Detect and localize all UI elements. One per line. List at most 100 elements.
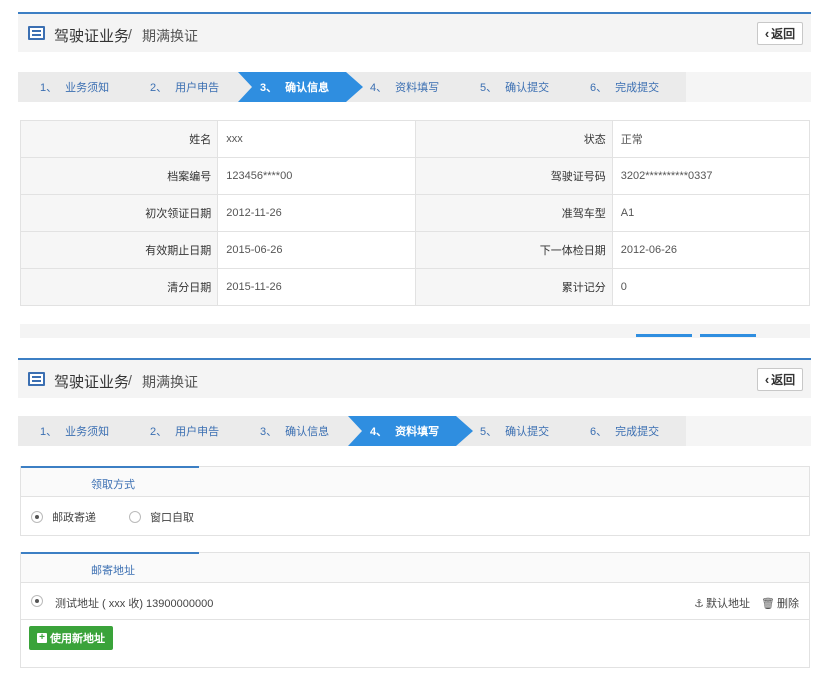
panel-confirm-info: 驾驶证业务 / 期满换证 ‹ 返回 1、 业务须知 2、 用户申告 3、 确认信息 4…	[18, 12, 811, 338]
step-2[interactable]: 2、 用户申告	[128, 72, 253, 102]
document-list-icon	[28, 372, 45, 386]
breadcrumb-current: 期满换证	[142, 28, 198, 44]
window-pickup-option[interactable]: 窗口自取	[129, 509, 194, 525]
section-tab-underline	[21, 466, 199, 468]
step-1[interactable]: 1、 业务须知	[18, 416, 143, 446]
set-default-link[interactable]: ⚓ 默认地址	[694, 598, 750, 610]
field-label: 清分日期	[19, 268, 219, 306]
field-label: 有效期止日期	[19, 231, 219, 269]
field-value: 0	[611, 268, 811, 306]
step-number: 3、	[260, 82, 278, 94]
delete-label: 删除	[777, 598, 799, 610]
step-6[interactable]: 6、 完成提交	[568, 416, 693, 446]
wizard-steps: 1、 业务须知 2、 用户申告 3、 确认信息 4、 资料填写 5、 确认提交 6、 完成提…	[18, 416, 811, 446]
step-label: 确认提交	[505, 426, 550, 438]
field-value: 2012-11-26	[217, 194, 416, 232]
field-value: xxx	[217, 120, 416, 158]
step-5[interactable]: 5、 确认提交	[458, 72, 583, 102]
wizard-steps: 1、 业务须知 2、 用户申告 3、 确认信息 4、 资料填写 5、 确认提交 6、 完成提…	[18, 72, 811, 102]
page-title: 驾驶证业务	[54, 374, 130, 391]
address-entry[interactable]: 测试地址 ( xxx 收) 13900000000 ⚓ 默认地址 🗑 删除	[21, 583, 809, 620]
step-number: 1、	[40, 82, 58, 94]
field-value: 123456****00	[217, 157, 416, 195]
step-label: 完成提交	[615, 426, 660, 438]
table-row: 姓名 xxx 状态 正常	[19, 120, 811, 158]
back-button[interactable]: ‹ 返回	[757, 22, 803, 45]
step-number: 2、	[150, 426, 168, 438]
field-label: 准驾车型	[414, 194, 613, 232]
step-label: 完成提交	[615, 82, 660, 94]
step-label: 业务须知	[65, 82, 110, 94]
panel-header: 驾驶证业务 / 期满换证 ‹ 返回	[18, 12, 811, 52]
section-tab-underline	[21, 552, 199, 554]
field-value: 2015-06-26	[217, 231, 416, 269]
anchor-icon: ⚓	[694, 598, 704, 610]
mail-delivery-option[interactable]: 邮政寄递	[31, 509, 96, 525]
breadcrumb-separator: /	[128, 372, 132, 388]
table-row: 初次领证日期 2012-11-26 准驾车型 A1	[19, 194, 811, 232]
set-default-label: 默认地址	[705, 598, 750, 610]
step-number: 4、	[370, 426, 388, 438]
next-step-button[interactable]	[700, 334, 756, 337]
delete-link[interactable]: 🗑 删除	[761, 598, 799, 610]
info-table: 姓名 xxx 状态 正常 档案编号 123456****00 驾驶证号码 320…	[19, 120, 811, 306]
plus-icon: +	[37, 633, 47, 643]
back-button-label: 返回	[771, 27, 796, 41]
step-6[interactable]: 6、 完成提交	[568, 72, 693, 102]
steps-tail	[686, 72, 811, 102]
address-text: 测试地址 ( xxx 收) 13900000000	[55, 598, 214, 610]
table-row: 清分日期 2015-11-26 累计记分 0	[19, 268, 811, 306]
option-label: 窗口自取	[150, 512, 195, 524]
step-3[interactable]: 3、 确认信息	[238, 416, 363, 446]
step-label: 确认信息	[285, 82, 330, 94]
field-value: 2012-06-26	[611, 231, 811, 269]
step-4[interactable]: 4、 资料填写	[348, 416, 473, 446]
section-title: 领取方式	[91, 479, 135, 491]
step-label: 用户申告	[175, 82, 220, 94]
back-button[interactable]: ‹ 返回	[757, 368, 803, 391]
option-label: 邮政寄递	[52, 512, 97, 524]
step-label: 业务须知	[65, 426, 110, 438]
table-row: 有效期止日期 2015-06-26 下一体检日期 2012-06-26	[19, 231, 811, 269]
breadcrumb-current: 期满换证	[142, 374, 198, 390]
section-header: 邮寄地址	[21, 552, 809, 583]
step-number: 6、	[590, 82, 608, 94]
page-title: 驾驶证业务	[54, 28, 130, 45]
step-3[interactable]: 3、 确认信息	[238, 72, 363, 102]
step-2[interactable]: 2、 用户申告	[128, 416, 253, 446]
pickup-options: 邮政寄递 窗口自取	[21, 497, 809, 534]
section-title: 邮寄地址	[91, 565, 135, 577]
table-row: 档案编号 123456****00 驾驶证号码 3202**********03…	[19, 157, 811, 195]
field-label: 初次领证日期	[19, 194, 219, 232]
prev-step-button[interactable]	[636, 334, 692, 337]
field-label: 姓名	[19, 120, 219, 158]
radio-address[interactable]	[31, 595, 43, 607]
step-1[interactable]: 1、 业务须知	[18, 72, 143, 102]
field-label: 档案编号	[19, 157, 219, 195]
panel-header: 驾驶证业务 / 期满换证 ‹ 返回	[18, 358, 811, 398]
field-value: 3202**********0337	[611, 157, 811, 195]
steps-tail	[686, 416, 811, 446]
field-value: A1	[611, 194, 811, 232]
chevron-left-icon: ‹	[764, 372, 770, 387]
radio-mail-delivery[interactable]	[31, 511, 43, 523]
step-number: 4、	[370, 82, 388, 94]
step-5[interactable]: 5、 确认提交	[458, 416, 583, 446]
radio-window-pickup[interactable]	[129, 511, 141, 523]
use-new-address-label: 使用新地址	[50, 633, 105, 645]
step-label: 资料填写	[395, 426, 440, 438]
step-4[interactable]: 4、 资料填写	[348, 72, 473, 102]
use-new-address-button[interactable]: + 使用新地址	[29, 626, 113, 650]
step-label: 确认提交	[505, 82, 550, 94]
section-header: 领取方式	[21, 466, 809, 497]
breadcrumb-separator: /	[128, 26, 132, 42]
field-label: 累计记分	[414, 268, 613, 306]
field-value: 2015-11-26	[217, 268, 416, 306]
step-number: 3、	[260, 426, 278, 438]
trash-icon: 🗑	[761, 598, 775, 610]
step-label: 资料填写	[395, 82, 440, 94]
back-button-label: 返回	[771, 373, 796, 387]
step-number: 5、	[480, 82, 498, 94]
panel-fill-info: 驾驶证业务 / 期满换证 ‹ 返回 1、 业务须知 2、 用户申告 3、 确认信息 4…	[18, 358, 811, 670]
field-label: 下一体检日期	[414, 231, 613, 269]
